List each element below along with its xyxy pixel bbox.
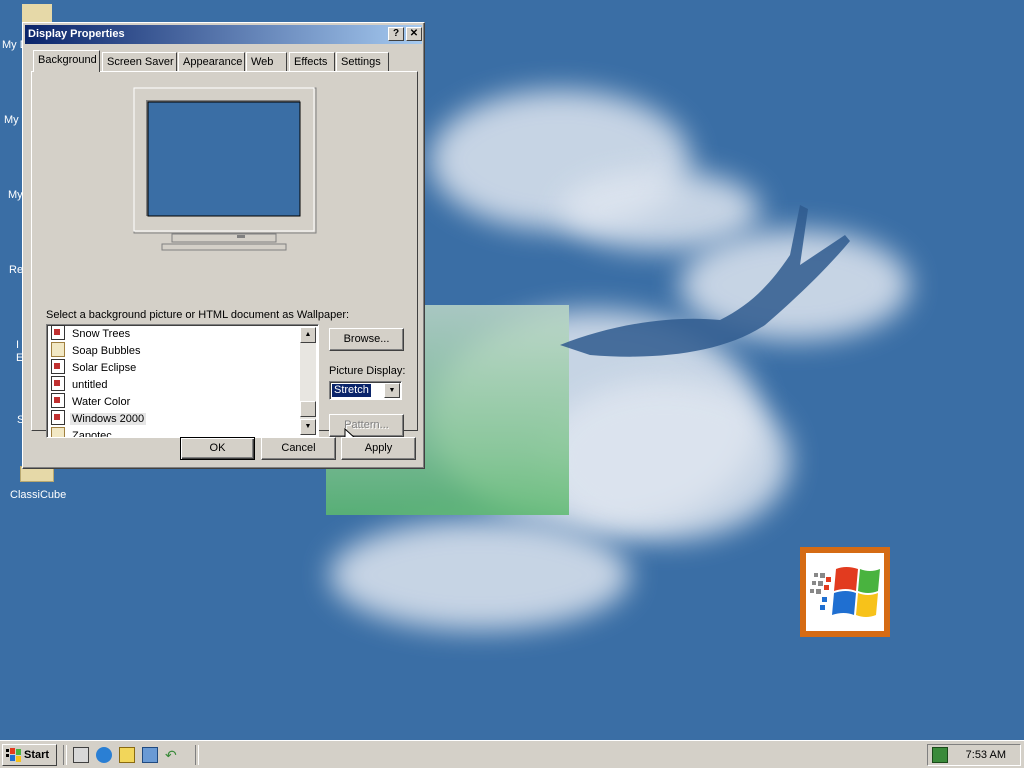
help-button[interactable]: ? xyxy=(388,27,404,41)
scroll-down-arrow-icon[interactable]: ▼ xyxy=(300,419,316,435)
tab-web[interactable]: Web xyxy=(246,52,287,71)
pattern-button[interactable]: Pattern... xyxy=(329,414,404,437)
back-arrow-icon[interactable]: ↶ xyxy=(165,747,181,763)
tab-screen-saver[interactable]: Screen Saver xyxy=(102,52,177,71)
title-bar[interactable]: Display Properties ? ✕ xyxy=(25,25,422,44)
list-item-selected[interactable]: Windows 2000 xyxy=(51,410,147,427)
outlook-express-icon[interactable] xyxy=(119,747,135,763)
list-item[interactable]: Water Color xyxy=(51,393,132,410)
windows-flag-icon xyxy=(810,567,880,617)
paint-document-icon xyxy=(51,359,65,374)
wallpaper-swimmer-silhouette xyxy=(560,205,850,357)
apply-button[interactable]: Apply xyxy=(341,437,416,460)
paint-document-icon xyxy=(51,376,65,391)
my-documents-icon[interactable] xyxy=(22,4,52,22)
picture-display-label: Picture Display: xyxy=(329,365,406,377)
wallpaper-cloud xyxy=(330,520,630,630)
tab-effects[interactable]: Effects xyxy=(289,52,335,71)
display-properties-window: Display Properties ? ✕ Background Screen… xyxy=(22,22,425,469)
tab-appearance[interactable]: Appearance xyxy=(178,52,245,71)
chevron-down-icon[interactable]: ▼ xyxy=(384,383,400,398)
start-button[interactable]: Start xyxy=(2,744,57,766)
wallpaper-list[interactable]: Snow Trees Soap Bubbles Solar Eclipse un… xyxy=(46,324,319,438)
show-desktop-icon[interactable] xyxy=(73,747,89,763)
desktop-icon-label[interactable]: I xyxy=(16,339,19,351)
system-tray: 7:53 AM xyxy=(927,744,1021,766)
picture-display-value: Stretch xyxy=(332,384,371,397)
wallpaper-label: Select a background picture or HTML docu… xyxy=(46,309,350,321)
clock[interactable]: 7:53 AM xyxy=(966,749,1006,761)
windows-logo-box xyxy=(800,547,890,637)
paint-document-icon xyxy=(51,325,65,340)
folder-icon[interactable] xyxy=(142,747,158,763)
monitor-preview xyxy=(133,87,317,251)
picture-display-select[interactable]: Stretch ▼ xyxy=(329,381,402,400)
brush-document-icon xyxy=(51,427,65,437)
list-item[interactable]: Solar Eclipse xyxy=(51,359,138,376)
window-title: Display Properties xyxy=(28,28,125,40)
browse-button[interactable]: Browse... xyxy=(329,328,404,351)
brush-document-icon xyxy=(51,342,65,357)
list-item[interactable]: untitled xyxy=(51,376,109,393)
windows-flag-icon xyxy=(6,748,21,762)
tab-settings[interactable]: Settings xyxy=(336,52,389,71)
paint-document-icon xyxy=(51,410,65,425)
desktop-icon-label[interactable]: My xyxy=(4,114,19,126)
taskbar: Start ↶ 7:53 AM xyxy=(0,740,1024,768)
list-item[interactable]: Soap Bubbles xyxy=(51,342,143,359)
list-item[interactable]: Zapotec xyxy=(51,427,114,437)
list-item[interactable]: Snow Trees xyxy=(51,325,132,342)
scroll-up-arrow-icon[interactable]: ▲ xyxy=(300,327,316,343)
paint-document-icon xyxy=(51,393,65,408)
taskbar-separator xyxy=(63,745,67,765)
tab-background[interactable]: Background xyxy=(33,50,100,72)
desktop: My D My My Re I E S ClassiCube Display P… xyxy=(0,0,1024,740)
background-tab-panel: Select a background picture or HTML docu… xyxy=(31,71,418,448)
ok-button[interactable]: OK xyxy=(180,437,255,460)
scroll-thumb[interactable] xyxy=(300,401,316,417)
desktop-icon-label[interactable]: My xyxy=(8,189,23,201)
desktop-icon-label[interactable]: ClassiCube xyxy=(10,489,66,501)
start-label: Start xyxy=(24,749,50,761)
desktop-icon-label[interactable]: Re xyxy=(9,264,23,276)
internet-explorer-icon[interactable] xyxy=(96,747,112,763)
network-icon[interactable] xyxy=(932,747,948,763)
list-scrollbar[interactable]: ▲ ▼ xyxy=(300,327,316,435)
taskbar-separator xyxy=(195,745,199,765)
cancel-button[interactable]: Cancel xyxy=(261,437,336,460)
close-button[interactable]: ✕ xyxy=(406,27,422,41)
wallpaper-cloud xyxy=(540,380,790,540)
